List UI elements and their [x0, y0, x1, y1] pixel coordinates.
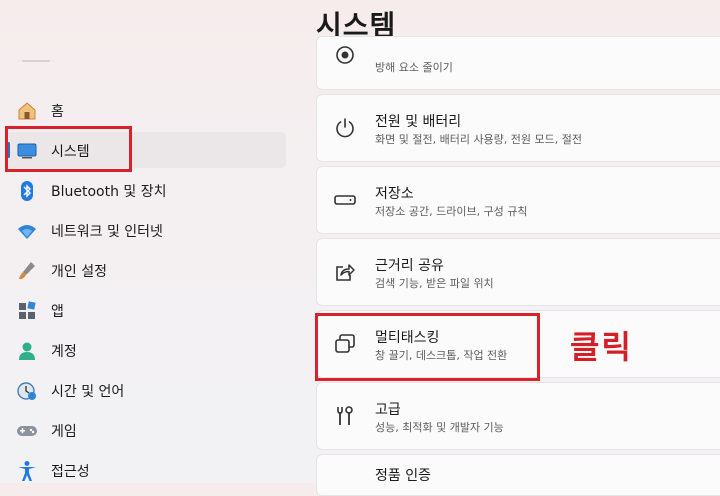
- accessibility-icon: [18, 461, 36, 481]
- card-power-battery[interactable]: 전원 및 배터리 화면 및 절전, 배터리 사용량, 전원 모드, 절전: [316, 94, 720, 162]
- gamepad-icon: [17, 426, 37, 436]
- sidebar-item-label: 게임: [51, 424, 77, 440]
- card-title: 정품 인증: [375, 468, 431, 484]
- card-title: 근거리 공유: [375, 258, 444, 274]
- card-advanced[interactable]: 고급 성능, 최적화 및 개발자 기능: [316, 382, 720, 450]
- wifi-icon: [18, 225, 36, 239]
- card-title: 고급: [375, 402, 401, 418]
- card-focus[interactable]: 방해 요소 줄이기: [316, 36, 720, 90]
- card-activation[interactable]: 정품 인증: [316, 454, 720, 496]
- sidebar-item-bluetooth[interactable]: Bluetooth 및 장치: [6, 172, 286, 208]
- brush-icon: [19, 262, 35, 280]
- sidebar-item-label: 개인 설정: [51, 264, 107, 280]
- focus-icon: [336, 46, 354, 64]
- sidebar-item-gaming[interactable]: 게임: [6, 412, 286, 448]
- bluetooth-icon: [21, 181, 33, 201]
- sidebar-item-label: 접근성: [51, 464, 90, 480]
- apps-icon: [19, 301, 36, 319]
- highlight-box-system: [5, 126, 132, 172]
- sidebar-item-network[interactable]: 네트워크 및 인터넷: [6, 212, 286, 248]
- time-language-icon: [17, 382, 36, 400]
- home-icon: [18, 102, 36, 120]
- click-annotation: 클릭: [570, 328, 633, 366]
- card-storage[interactable]: 저장소 저장소 공간, 드라이브, 구성 규칙: [316, 166, 720, 234]
- sidebar-item-label: 홈: [51, 104, 64, 120]
- card-desc: 검색 기능, 받은 파일 위치: [375, 277, 494, 290]
- highlight-box-multitasking: [315, 313, 540, 381]
- storage-icon: [334, 195, 356, 205]
- power-icon: [336, 118, 354, 138]
- sidebar-item-label: 계정: [51, 344, 77, 360]
- share-icon: [336, 264, 355, 281]
- sidebar-item-label: 네트워크 및 인터넷: [51, 224, 163, 240]
- sidebar-item-personalization[interactable]: 개인 설정: [6, 252, 286, 288]
- advanced-tools-icon: [337, 406, 353, 425]
- sidebar-item-label: Bluetooth 및 장치: [51, 184, 167, 200]
- sidebar-item-apps[interactable]: 앱: [6, 292, 286, 328]
- card-title: 전원 및 배터리: [375, 114, 462, 130]
- card-desc: 저장소 공간, 드라이브, 구성 규칙: [375, 205, 528, 218]
- card-title: 저장소: [375, 186, 414, 202]
- sidebar-item-time-language[interactable]: 시간 및 언어: [6, 372, 286, 408]
- account-icon: [19, 342, 35, 360]
- card-desc: 화면 및 절전, 배터리 사용량, 전원 모드, 절전: [375, 133, 583, 146]
- card-nearby-sharing[interactable]: 근거리 공유 검색 기능, 받은 파일 위치: [316, 238, 720, 306]
- sidebar-item-label: 시간 및 언어: [51, 384, 125, 400]
- card-desc: 방해 요소 줄이기: [375, 61, 453, 74]
- sidebar-item-label: 앱: [51, 304, 64, 320]
- card-desc: 성능, 최적화 및 개발자 기능: [375, 421, 504, 434]
- sidebar-item-home[interactable]: 홈: [6, 92, 286, 128]
- sidebar-item-accounts[interactable]: 계정: [6, 332, 286, 368]
- divider: [22, 60, 50, 62]
